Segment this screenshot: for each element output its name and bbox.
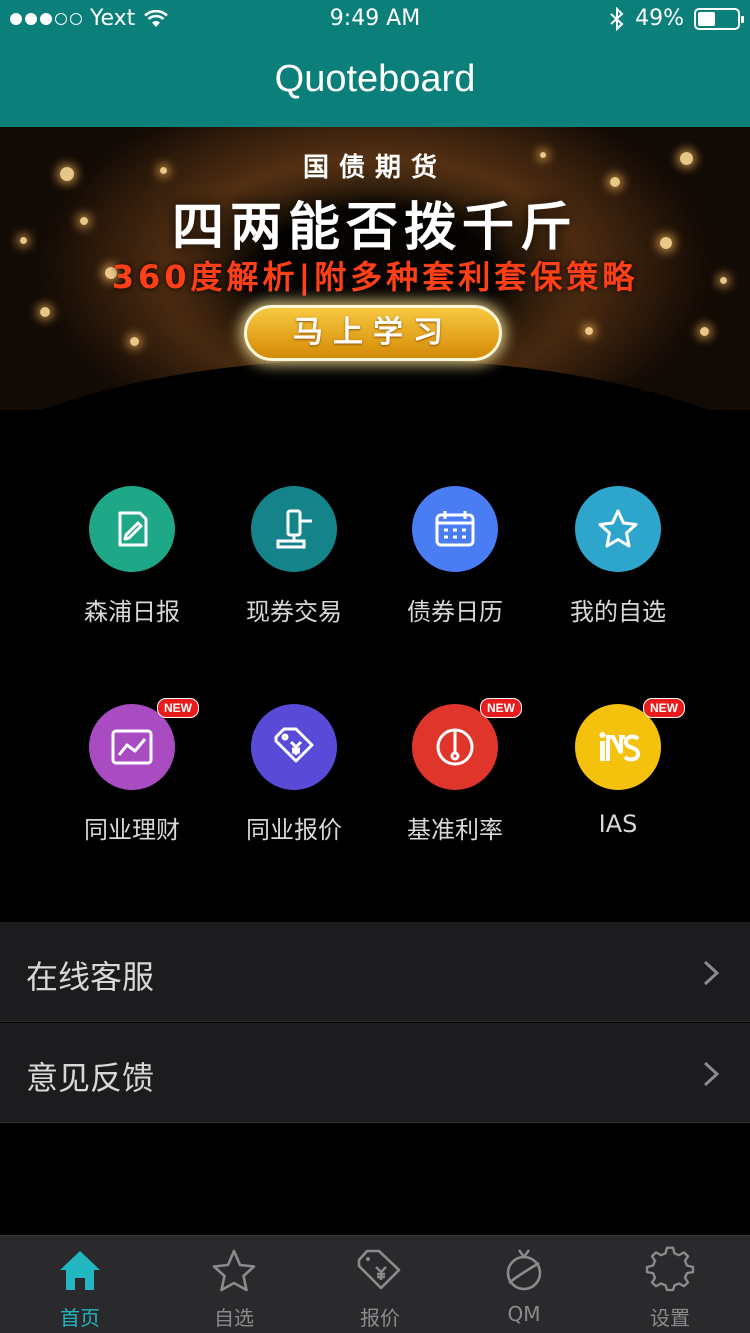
banner-kicker: 国债期货 [302, 153, 447, 183]
grid-item-interbank-wealth[interactable]: NEW 同业理财 [52, 698, 212, 884]
grid-item-bond-calendar[interactable]: 债券日历 [375, 486, 535, 666]
tab-settings[interactable]: 设置 [595, 1236, 745, 1333]
banner-subtitle: 360度解析|附多种套利套保策略 [111, 258, 639, 296]
grid-item-label: 基准利率 [407, 816, 503, 844]
star-icon [212, 1249, 256, 1292]
chevron-right-icon [703, 1061, 720, 1087]
status-right: 49% [609, 6, 744, 31]
tab-label: 设置 [650, 1306, 690, 1330]
edit-document-icon [89, 486, 175, 572]
chevron-right-icon [703, 960, 720, 986]
tab-label: QM [507, 1302, 541, 1326]
grid-item-label: 现券交易 [246, 598, 342, 626]
grid-item-daily-report[interactable]: 森浦日报 [52, 486, 212, 666]
navigation-bar: Quoteboard [0, 40, 750, 127]
new-badge: NEW [480, 698, 522, 718]
grid-item-benchmark-rate[interactable]: NEW 基准利率 [375, 698, 535, 884]
qm-planet-icon [506, 1249, 542, 1291]
grid-item-ias[interactable]: NEW IAS [538, 698, 698, 884]
grid-item-label: 债券日历 [407, 598, 503, 626]
banner-headline: 四两能否拨千斤 [171, 198, 578, 258]
grid-item-bond-trading[interactable]: 现券交易 [214, 486, 374, 666]
yen-tag-icon [251, 704, 337, 790]
page-title: Quoteboard [274, 58, 476, 100]
tab-label: 自选 [214, 1306, 254, 1330]
grid-item-interbank-quotes[interactable]: 同业报价 [214, 704, 374, 884]
tab-bar: 首页 自选 报价 QM 设置 [0, 1235, 750, 1333]
tab-quotes[interactable]: 报价 [305, 1236, 455, 1333]
tab-label: 首页 [60, 1306, 100, 1330]
list-item-online-support[interactable]: 在线客服 [0, 922, 750, 1022]
battery-percent: 49% [635, 6, 684, 31]
grid-item-label: 同业理财 [84, 816, 180, 844]
promo-banner[interactable]: 国债期货 四两能否拨千斤 360度解析|附多种套利套保策略 马上学习 [0, 127, 750, 410]
calendar-icon [412, 486, 498, 572]
bluetooth-icon [610, 6, 624, 31]
tab-label: 报价 [360, 1306, 400, 1330]
battery-icon [694, 7, 744, 30]
list-item-label: 意见反馈 [26, 1059, 155, 1097]
gear-icon [645, 1246, 695, 1292]
new-badge: NEW [157, 698, 199, 718]
grid-item-label: 同业报价 [246, 816, 342, 844]
home-icon [60, 1251, 100, 1290]
list-item-feedback[interactable]: 意见反馈 [0, 1023, 750, 1123]
feature-grid: 森浦日报 现券交易 债券日历 我的自选 NEW 同业理财 同业报价 NEW 基准… [0, 410, 750, 922]
star-icon [575, 486, 661, 572]
tab-qm[interactable]: QM [449, 1236, 599, 1333]
grid-item-label: IAS [598, 810, 638, 838]
tab-watchlist[interactable]: 自选 [159, 1236, 309, 1333]
tab-home[interactable]: 首页 [5, 1236, 155, 1333]
list-item-label: 在线客服 [26, 958, 155, 996]
grid-item-watchlist[interactable]: 我的自选 [538, 486, 698, 666]
status-bar: Yext 9:49 AM 49% [0, 0, 750, 40]
new-badge: NEW [643, 698, 685, 718]
gavel-icon [251, 486, 337, 572]
learn-now-button[interactable]: 马上学习 [244, 305, 502, 361]
grid-item-label: 森浦日报 [84, 598, 180, 626]
price-tag-icon [357, 1249, 401, 1290]
grid-item-label: 我的自选 [570, 598, 666, 626]
